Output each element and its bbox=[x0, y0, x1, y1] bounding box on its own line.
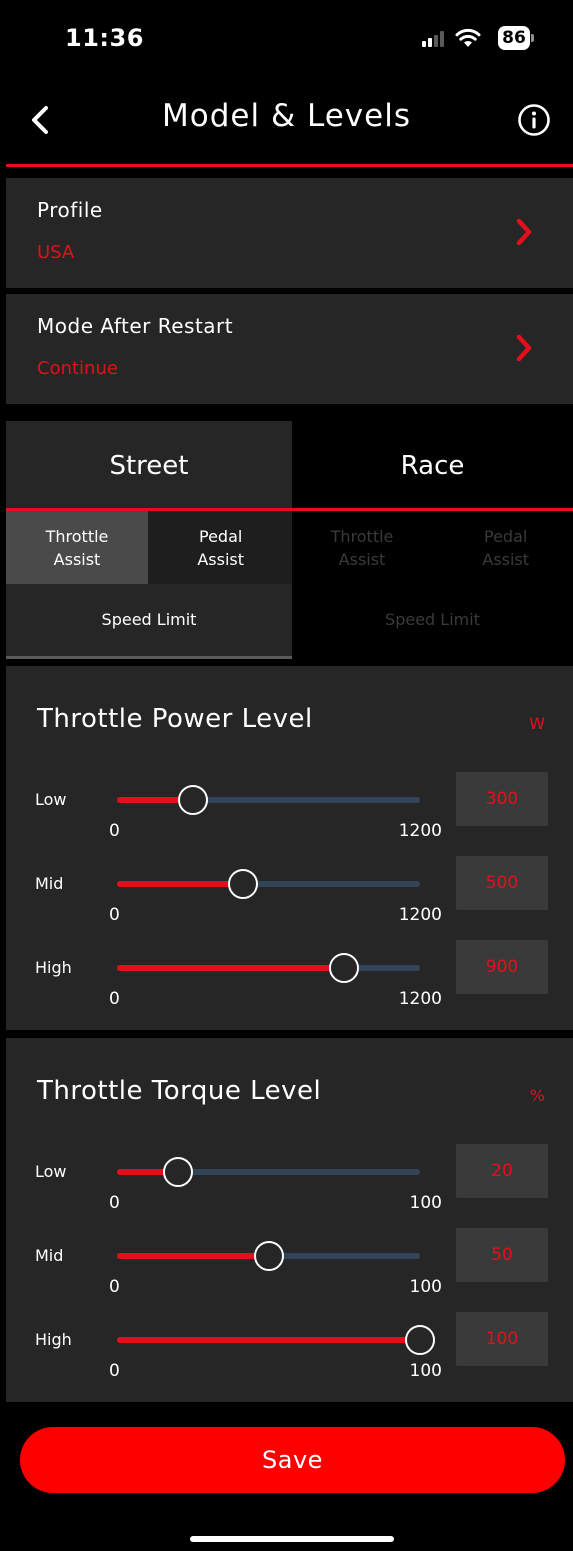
slider-track[interactable] bbox=[117, 1241, 420, 1271]
slider-fill bbox=[117, 1337, 420, 1343]
slider-max-label: 100 bbox=[409, 1193, 442, 1213]
section-title: Throttle Power Level bbox=[37, 704, 313, 734]
slider-label: Mid bbox=[35, 874, 64, 893]
slider-value-input[interactable]: 300 bbox=[456, 772, 548, 826]
restart-value: Continue bbox=[37, 358, 118, 379]
slider-fill bbox=[117, 1253, 269, 1259]
wifi-icon bbox=[455, 28, 481, 47]
slider-min-label: 0 bbox=[109, 989, 120, 1009]
tab-label: Pedal Assist bbox=[482, 526, 529, 569]
status-time: 11:36 bbox=[65, 24, 144, 52]
chevron-right-icon bbox=[516, 218, 532, 246]
mode-after-restart-row[interactable]: Mode After Restart Continue bbox=[6, 294, 573, 404]
profile-row[interactable]: Profile USA bbox=[6, 178, 573, 288]
section-unit: W bbox=[529, 714, 545, 733]
slider-track[interactable] bbox=[117, 1325, 435, 1355]
home-indicator bbox=[190, 1536, 394, 1542]
header-divider bbox=[6, 164, 573, 167]
slider-thumb[interactable] bbox=[329, 953, 360, 983]
slider-track[interactable] bbox=[117, 953, 420, 983]
battery-level: 86 bbox=[498, 26, 530, 50]
profile-value: USA bbox=[37, 242, 75, 263]
chevron-right-icon bbox=[516, 334, 532, 362]
slider-track[interactable] bbox=[117, 869, 420, 899]
slider-value-input[interactable]: 20 bbox=[456, 1144, 548, 1198]
slider-track[interactable] bbox=[117, 1157, 420, 1187]
navigation-bar: Model & Levels bbox=[0, 80, 573, 164]
slider-value-input[interactable]: 50 bbox=[456, 1228, 548, 1282]
tab-race-pedal-assist[interactable]: Pedal Assist bbox=[432, 511, 573, 584]
section-title: Throttle Torque Level bbox=[37, 1076, 322, 1106]
profile-label: Profile bbox=[37, 198, 103, 222]
tab-street-pedal-assist[interactable]: Pedal Assist bbox=[148, 511, 292, 584]
info-icon[interactable] bbox=[517, 103, 551, 137]
tab-race-speed-limit[interactable]: Speed Limit bbox=[292, 584, 573, 658]
tab-race-throttle-assist[interactable]: Throttle Assist bbox=[292, 511, 432, 584]
slider-thumb[interactable] bbox=[405, 1325, 435, 1355]
slider-min-label: 0 bbox=[109, 1361, 120, 1381]
slider-max-label: 100 bbox=[409, 1277, 442, 1297]
slider-fill bbox=[117, 965, 345, 971]
slider-value-input[interactable]: 500 bbox=[456, 856, 548, 910]
tab-race[interactable]: Race bbox=[292, 421, 573, 511]
slider-label: Low bbox=[35, 1162, 67, 1181]
tab-street-speed-limit[interactable]: Speed Limit bbox=[6, 584, 292, 658]
save-button[interactable]: Save bbox=[20, 1427, 565, 1493]
slider-min-label: 0 bbox=[109, 821, 120, 841]
slider-min-label: 0 bbox=[109, 905, 120, 925]
slider-label: Low bbox=[35, 790, 67, 809]
slider-min-label: 0 bbox=[109, 1277, 120, 1297]
slider-thumb[interactable] bbox=[162, 1157, 193, 1187]
speed-tab-indicator bbox=[6, 656, 292, 659]
assist-tabs: Throttle Assist Pedal Assist Throttle As… bbox=[6, 511, 573, 584]
restart-label: Mode After Restart bbox=[37, 314, 234, 338]
slider-value-input[interactable]: 100 bbox=[456, 1312, 548, 1366]
speed-limit-tabs: Speed Limit Speed Limit bbox=[6, 584, 573, 658]
slider-max-label: 100 bbox=[409, 1361, 442, 1381]
tab-street[interactable]: Street bbox=[6, 421, 292, 511]
page-title: Model & Levels bbox=[162, 98, 411, 134]
slider-thumb[interactable] bbox=[253, 1241, 284, 1271]
throttle-torque-section: Throttle Torque Level % Low 0 100 20 Mid 0 100… bbox=[6, 1038, 573, 1402]
slider-fill bbox=[117, 881, 244, 887]
slider-label: High bbox=[35, 1330, 72, 1349]
slider-max-label: 1200 bbox=[398, 905, 442, 925]
battery-icon: 86 bbox=[498, 26, 534, 50]
tab-street-throttle-assist[interactable]: Throttle Assist bbox=[6, 511, 148, 584]
mode-tabs: Street Race bbox=[6, 421, 573, 511]
slider-label: High bbox=[35, 958, 72, 977]
section-unit: % bbox=[529, 1086, 545, 1105]
tab-label: Throttle Assist bbox=[330, 526, 394, 569]
slider-max-label: 1200 bbox=[398, 989, 442, 1009]
slider-label: Mid bbox=[35, 1246, 64, 1265]
slider-track[interactable] bbox=[117, 785, 420, 815]
slider-max-label: 1200 bbox=[398, 821, 442, 841]
slider-thumb[interactable] bbox=[177, 785, 208, 815]
tab-label: Throttle Assist bbox=[45, 526, 109, 569]
slider-min-label: 0 bbox=[109, 1193, 120, 1213]
tab-label: Pedal Assist bbox=[197, 526, 244, 569]
slider-thumb[interactable] bbox=[228, 869, 259, 899]
slider-value-input[interactable]: 900 bbox=[456, 940, 548, 994]
throttle-power-section: Throttle Power Level W Low 0 1200 300 Mid 0 12… bbox=[6, 666, 573, 1030]
cellular-signal-icon bbox=[422, 31, 446, 47]
status-bar: 11:36 86 bbox=[0, 0, 573, 80]
